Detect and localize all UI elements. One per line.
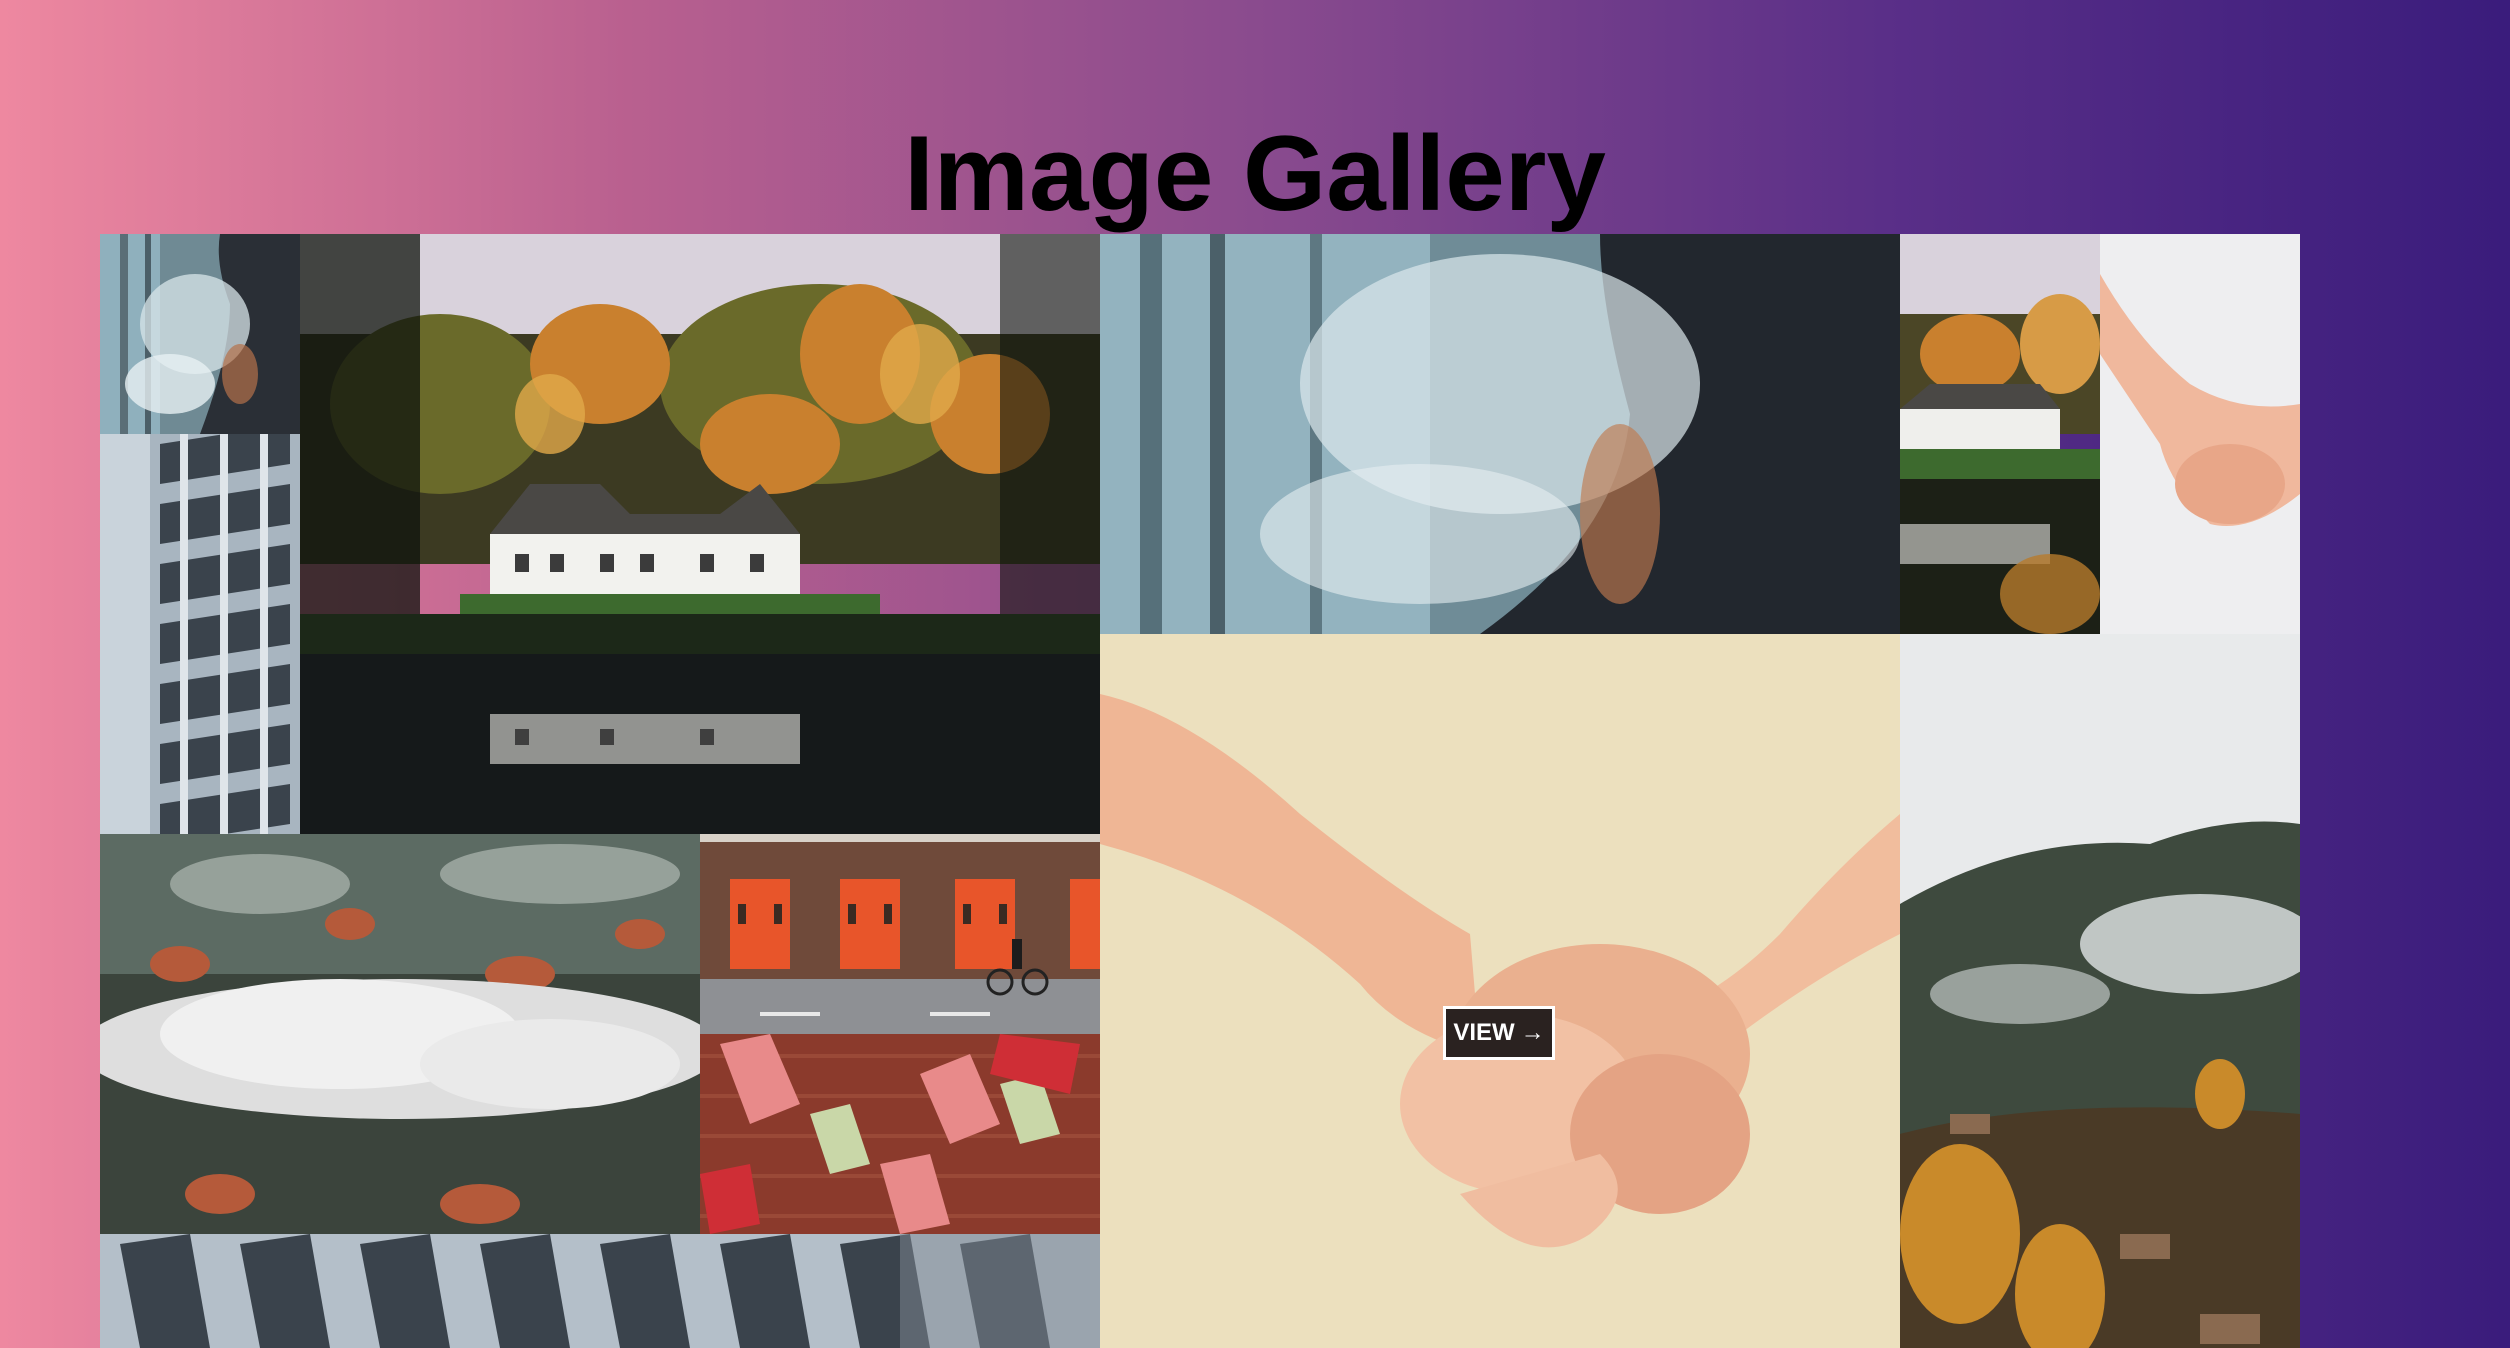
gallery-image-lake-house-small[interactable]	[1900, 234, 2100, 634]
image-gallery	[100, 234, 2300, 1348]
gallery-image-misty-mountain[interactable]	[1900, 634, 2300, 1348]
gallery-image-smoke-person-large[interactable]	[1100, 234, 1900, 634]
page-title: Image Gallery	[904, 113, 1606, 233]
gallery-image-forest-clouds[interactable]	[100, 834, 700, 1234]
view-button-label: VIEW	[1453, 1019, 1515, 1046]
gallery-image-smoke-person-small[interactable]	[100, 234, 300, 434]
gallery-image-holding-hands-large[interactable]	[1100, 634, 1900, 1348]
gallery-image-holding-hands-small[interactable]	[2100, 234, 2300, 634]
view-button[interactable]: VIEW →	[1443, 1006, 1555, 1060]
gallery-image-building-facade-wide[interactable]	[100, 1234, 1100, 1348]
gallery-image-building-facade[interactable]	[100, 434, 300, 834]
gallery-image-red-shutters[interactable]	[700, 1034, 1100, 1234]
gallery-image-lake-house[interactable]	[300, 234, 1100, 834]
arrow-right-icon: →	[1520, 1019, 1545, 1046]
gallery-image-fire-station[interactable]	[700, 834, 1100, 1034]
